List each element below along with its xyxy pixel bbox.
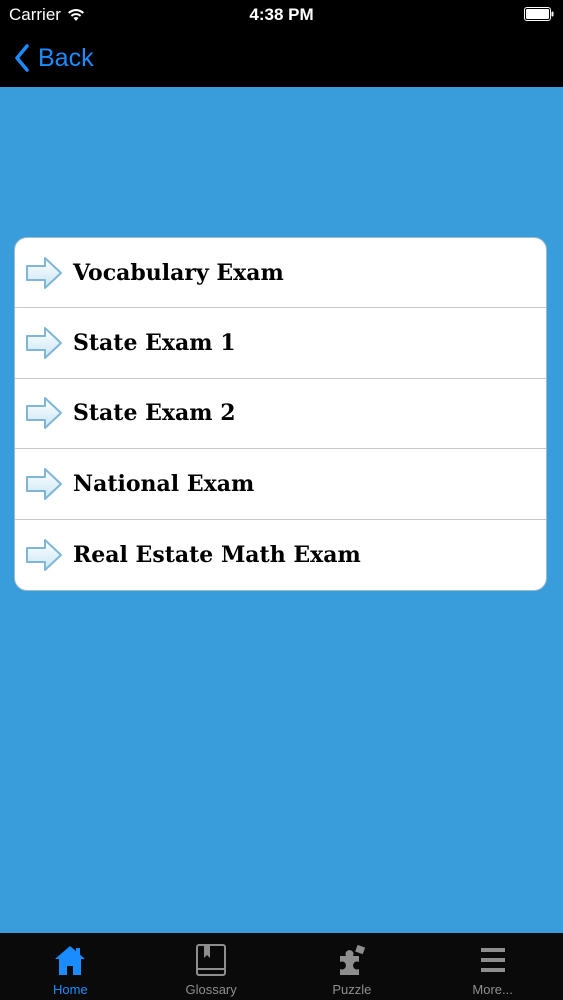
tab-glossary[interactable]: Glossary <box>141 933 282 1000</box>
menu-item-state-exam-2[interactable]: State Exam 2 <box>15 379 546 450</box>
tab-label: More... <box>472 982 513 997</box>
menu-item-label: Vocabulary Exam <box>73 259 284 286</box>
exam-menu-list: Vocabulary Exam State Exam 1 State Exam … <box>14 237 547 591</box>
menu-item-vocabulary-exam[interactable]: Vocabulary Exam <box>15 238 546 309</box>
home-icon <box>55 946 86 975</box>
navigation-bar: Back <box>0 30 563 87</box>
tab-bar: Home Glossary Puzzle More... <box>0 933 563 1000</box>
menu-item-state-exam-1[interactable]: State Exam 1 <box>15 308 546 379</box>
chevron-left-icon <box>15 44 29 72</box>
menu-item-label: National Exam <box>73 470 255 497</box>
arrow-right-icon <box>26 467 62 500</box>
tab-label: Puzzle <box>332 982 372 997</box>
menu-item-label: State Exam 2 <box>73 400 236 427</box>
status-bar: Carrier 4:38 PM <box>0 0 563 30</box>
book-icon <box>196 944 227 976</box>
tab-home[interactable]: Home <box>0 933 141 1000</box>
back-button[interactable]: Back <box>14 40 94 76</box>
menu-item-national-exam[interactable]: National Exam <box>15 449 546 520</box>
menu-item-label: State Exam 1 <box>73 330 236 357</box>
menu-item-real-estate-math-exam[interactable]: Real Estate Math Exam <box>15 520 546 590</box>
tab-puzzle[interactable]: Puzzle <box>282 933 423 1000</box>
menu-lines-icon <box>480 948 505 972</box>
arrow-right-icon <box>26 538 62 571</box>
back-label: Back <box>38 43 94 72</box>
tab-more[interactable]: More... <box>422 933 563 1000</box>
arrow-right-icon <box>26 327 62 360</box>
arrow-right-icon <box>26 256 62 289</box>
app-screen: Carrier 4:38 PM Back Vocabulary Exam Sta… <box>0 0 563 1000</box>
battery-icon <box>524 7 554 21</box>
puzzle-icon <box>339 944 366 975</box>
tab-label: Glossary <box>185 982 237 997</box>
menu-item-label: Real Estate Math Exam <box>73 541 361 568</box>
tab-label: Home <box>53 982 88 997</box>
arrow-right-icon <box>26 397 62 430</box>
top-bar: Carrier 4:38 PM Back <box>0 0 563 87</box>
status-time: 4:38 PM <box>249 5 314 24</box>
